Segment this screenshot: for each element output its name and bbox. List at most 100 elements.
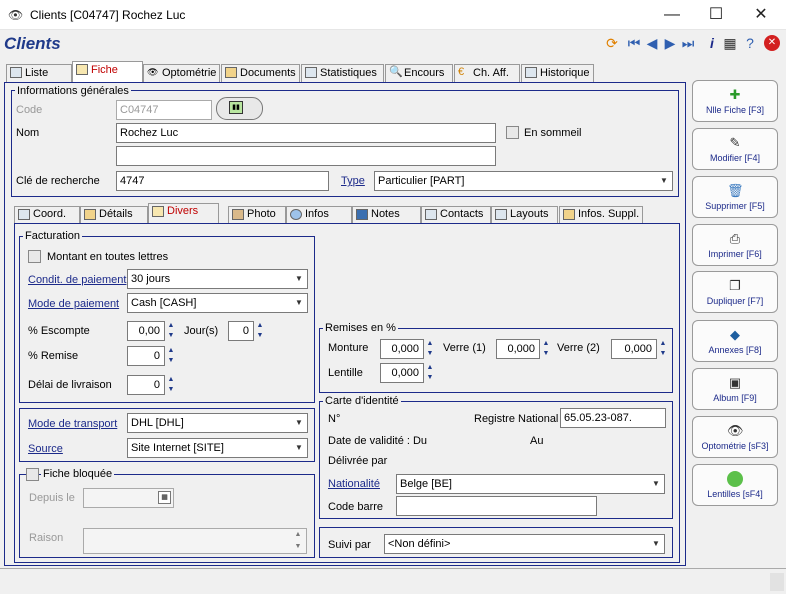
code-barre-field[interactable] [396, 496, 597, 516]
down-arrow-icon[interactable]: ▼ [166, 356, 176, 366]
resize-grip-icon[interactable] [770, 573, 784, 591]
tab-fiche[interactable]: Fiche [72, 61, 143, 83]
tab-liste[interactable]: Liste [6, 64, 72, 82]
subtab-notes[interactable]: Notes [352, 206, 421, 223]
monture-field[interactable]: 0,000 [380, 339, 424, 359]
jours-field[interactable]: 0 [228, 321, 254, 341]
delete-button[interactable]: 🗑 Supprimer [F5] [692, 176, 778, 218]
mode-transport-select[interactable]: DHL [DHL] ▼ [127, 413, 308, 433]
delai-field[interactable]: 0 [127, 375, 165, 395]
subtab-divers[interactable]: Divers [148, 203, 219, 224]
monture-spinner[interactable]: ▲ ▼ [425, 339, 435, 359]
refresh-icon[interactable]: ⟳ [604, 35, 620, 51]
suivi-select[interactable]: <Non défini> ▼ [384, 534, 665, 554]
up-arrow-icon[interactable]: ▲ [425, 339, 435, 349]
down-arrow-icon[interactable]: ▼ [425, 349, 435, 359]
verre2-field[interactable]: 0,000 [611, 339, 657, 359]
previous-record-icon[interactable]: ◀ [644, 35, 660, 51]
chevron-down-icon[interactable]: ▼ [656, 172, 672, 190]
subtab-details[interactable]: Détails [80, 206, 148, 223]
remise-field[interactable]: 0 [127, 346, 165, 366]
modify-button[interactable]: ✎ Modifier [F4] [692, 128, 778, 170]
down-arrow-icon[interactable]: ▼ [658, 349, 668, 359]
sommeil-checkbox[interactable] [506, 126, 519, 139]
up-arrow-icon[interactable]: ▲ [166, 321, 176, 331]
chevron-down-icon[interactable]: ▼ [291, 270, 307, 288]
raison-field[interactable] [83, 528, 307, 554]
album-button[interactable]: ▣ Album [F9] [692, 368, 778, 410]
optometrie-button[interactable]: 👁 Optométrie [sF3] [692, 416, 778, 458]
raison-scroll[interactable]: ▲ ▼ [291, 529, 305, 553]
cle-field[interactable]: 4747 [116, 171, 329, 191]
down-arrow-icon[interactable]: ▼ [166, 385, 176, 395]
calendar-icon[interactable]: ▦ [158, 491, 171, 504]
down-arrow-icon[interactable]: ▼ [255, 331, 265, 341]
last-record-icon[interactable]: ⏭ [680, 35, 696, 51]
source-link[interactable]: Source [28, 442, 63, 456]
down-arrow-icon[interactable]: ▼ [541, 349, 551, 359]
mode-paiement-select[interactable]: Cash [CASH] ▼ [127, 293, 308, 313]
scroll-down-icon[interactable]: ▼ [291, 541, 305, 553]
up-arrow-icon[interactable]: ▲ [255, 321, 265, 331]
verre1-field[interactable]: 0,000 [496, 339, 540, 359]
subtab-infos[interactable]: Infos [286, 206, 352, 223]
type-link[interactable]: Type [341, 174, 365, 188]
jours-spinner[interactable]: ▲ ▼ [255, 321, 265, 341]
tab-optometrie[interactable]: 👁 Optométrie [143, 64, 220, 82]
nationalite-link[interactable]: Nationalité [328, 477, 380, 491]
first-record-icon[interactable]: ⏮ [626, 35, 642, 51]
escompte-field[interactable]: 0,00 [127, 321, 165, 341]
up-arrow-icon[interactable]: ▲ [166, 375, 176, 385]
barcode-button[interactable]: ▮▮ [216, 97, 263, 120]
close-button[interactable]: ✕ [739, 0, 783, 30]
up-arrow-icon[interactable]: ▲ [425, 363, 435, 373]
tab-encours[interactable]: 🔍 Encours [385, 64, 453, 82]
subtab-layouts[interactable]: Layouts [491, 206, 558, 223]
source-select[interactable]: Site Internet [SITE] ▼ [127, 438, 308, 458]
chevron-down-icon[interactable]: ▼ [291, 294, 307, 312]
annexes-button[interactable]: ◆ Annexes [F8] [692, 320, 778, 362]
delai-spinner[interactable]: ▲ ▼ [166, 375, 176, 395]
verre2-spinner[interactable]: ▲ ▼ [658, 339, 668, 359]
new-record-button[interactable]: ✚ Nlle Fiche [F3] [692, 80, 778, 122]
mode-transport-link[interactable]: Mode de transport [28, 417, 117, 431]
subtab-infos-suppl[interactable]: Infos. Suppl. [559, 206, 643, 223]
escompte-spinner[interactable]: ▲ ▼ [166, 321, 176, 341]
fiche-bloquee-checkbox[interactable] [26, 468, 39, 481]
up-arrow-icon[interactable]: ▲ [166, 346, 176, 356]
tab-statistiques[interactable]: Statistiques [301, 64, 384, 82]
next-record-icon[interactable]: ▶ [662, 35, 678, 51]
chevron-down-icon[interactable]: ▼ [291, 439, 307, 457]
chevron-down-icon[interactable]: ▼ [648, 535, 664, 553]
nationalite-select[interactable]: Belge [BE] ▼ [396, 474, 665, 494]
code-field[interactable]: C04747 [116, 100, 212, 120]
up-arrow-icon[interactable]: ▲ [658, 339, 668, 349]
duplicate-button[interactable]: ❐ Dupliquer [F7] [692, 271, 778, 313]
subtab-photo[interactable]: Photo [228, 206, 286, 223]
type-select[interactable]: Particulier [PART] ▼ [374, 171, 673, 191]
remise-spinner[interactable]: ▲ ▼ [166, 346, 176, 366]
nom2-field[interactable] [116, 146, 496, 166]
condition-paiement-link[interactable]: Condit. de paiement [28, 273, 126, 287]
down-arrow-icon[interactable]: ▼ [425, 373, 435, 383]
lentille-field[interactable]: 0,000 [380, 363, 424, 383]
up-arrow-icon[interactable]: ▲ [541, 339, 551, 349]
tab-ch-aff[interactable]: € Ch. Aff. [454, 64, 520, 82]
print-button[interactable]: ⎙ Imprimer [F6] [692, 224, 778, 266]
minimize-button[interactable]: — [650, 0, 694, 30]
condition-paiement-select[interactable]: 30 jours ▼ [127, 269, 308, 289]
help-icon[interactable]: ? [742, 35, 758, 51]
registre-field[interactable]: 65.05.23-087. [560, 408, 666, 428]
montant-checkbox[interactable] [28, 250, 41, 263]
chevron-down-icon[interactable]: ▼ [648, 475, 664, 493]
tab-historique[interactable]: Historique [521, 64, 594, 82]
nom-field[interactable]: Rochez Luc [116, 123, 496, 143]
subtab-coord[interactable]: Coord. [14, 206, 80, 223]
chevron-down-icon[interactable]: ▼ [291, 414, 307, 432]
maximize-button[interactable]: ☐ [694, 0, 738, 30]
lentille-spinner[interactable]: ▲ ▼ [425, 363, 435, 383]
scroll-up-icon[interactable]: ▲ [291, 529, 305, 541]
exit-icon[interactable]: ✕ [764, 35, 780, 51]
tab-documents[interactable]: Documents [221, 64, 300, 82]
subtab-contacts[interactable]: Contacts [421, 206, 491, 223]
